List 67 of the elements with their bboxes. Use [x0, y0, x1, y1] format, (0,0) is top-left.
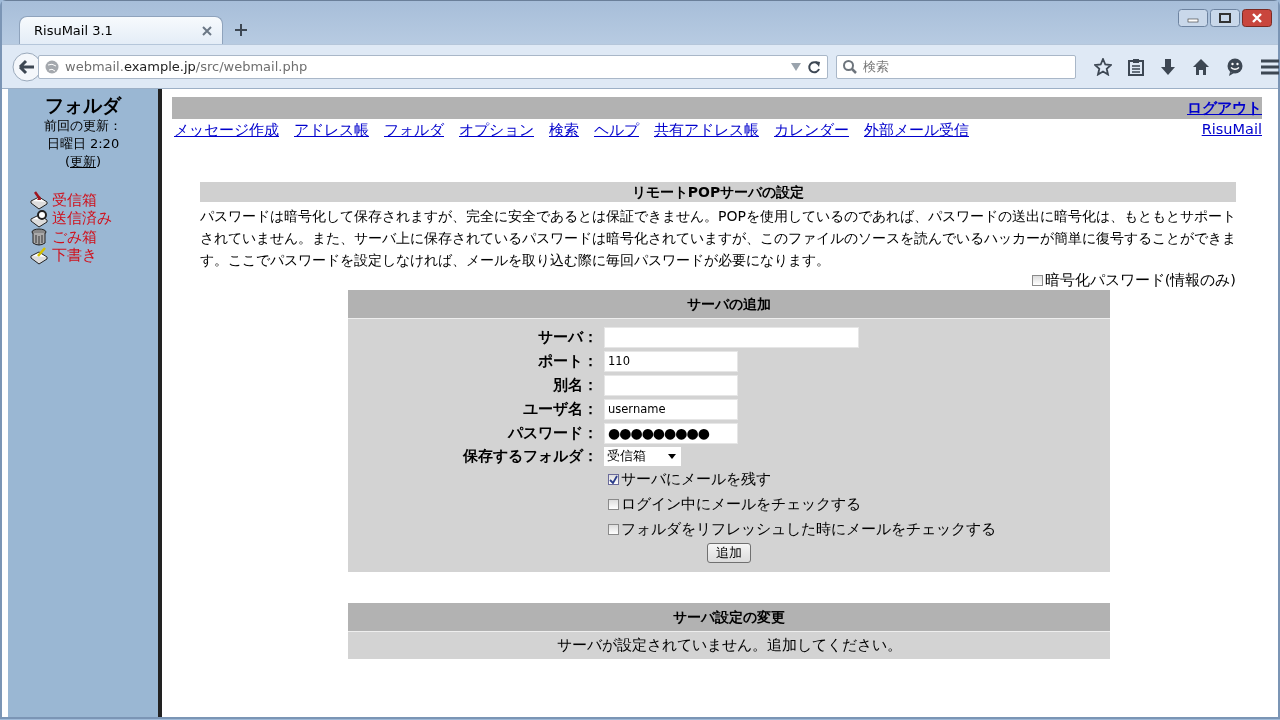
input-field[interactable]: username — [604, 399, 738, 420]
menu-icon[interactable] — [1260, 57, 1280, 76]
paren-text: ( — [64, 154, 70, 169]
field-label: ポート： — [537, 352, 598, 371]
menu-link[interactable]: アドレス帳 — [294, 121, 369, 140]
panel-header: サーバの追加 — [348, 290, 1110, 319]
checkbox[interactable] — [608, 474, 619, 485]
logout-link[interactable]: ログアウト — [1187, 98, 1262, 118]
field-label: パスワード： — [506, 424, 598, 443]
dropdown-icon[interactable] — [791, 62, 801, 71]
update-time: 日曜日 2:20 — [46, 135, 120, 153]
home-icon[interactable] — [1192, 57, 1210, 76]
tab-title: RisuMail 3.1 — [34, 23, 113, 38]
download-icon[interactable] — [1160, 57, 1176, 76]
search-placeholder: 検索 — [863, 57, 889, 76]
menu-link[interactable]: フォルダ — [384, 121, 444, 140]
menu-link[interactable]: 外部メール受信 — [864, 121, 969, 140]
checkbox[interactable] — [608, 524, 619, 535]
close-icon[interactable] — [202, 25, 212, 36]
menu-link[interactable]: カレンダー — [774, 121, 849, 140]
reload-icon[interactable] — [807, 59, 821, 74]
menu-link[interactable]: オプション — [459, 121, 534, 140]
checkbox[interactable] — [1031, 275, 1043, 286]
input-field[interactable] — [604, 327, 859, 348]
smiley-icon[interactable] — [1226, 57, 1244, 76]
menu-link[interactable]: 共有アドレス帳 — [654, 121, 759, 140]
refresh-link[interactable]: 更新 — [70, 154, 96, 169]
field-label: ユーザ名： — [522, 400, 598, 419]
menu-link[interactable]: ヘルプ — [594, 121, 639, 140]
search-field[interactable]: 検索 — [836, 54, 1076, 79]
option-label: ログイン中にメールをチェックする — [621, 495, 861, 514]
star-icon[interactable] — [1094, 57, 1112, 76]
sent-box-icon — [30, 209, 48, 229]
field-label: 別名： — [552, 376, 598, 395]
inbox-icon — [30, 190, 48, 210]
caret-icon[interactable] — [668, 454, 676, 459]
field-label: 保存するフォルダ： — [461, 447, 598, 466]
maximize-icon[interactable] — [1210, 9, 1240, 27]
folder-dropdown[interactable]: 受信箱 — [604, 447, 681, 466]
option-label: サーバにメールを残す — [621, 470, 771, 489]
add-button[interactable]: 追加 — [707, 543, 751, 563]
browser-tab[interactable]: RisuMail 3.1 — [19, 16, 223, 44]
input-field[interactable]: ●●●●●●●●● — [604, 423, 738, 444]
panel-header: サーバ設定の変更 — [348, 603, 1110, 632]
menu-link[interactable]: メッセージ作成 — [174, 121, 279, 140]
brand-link[interactable]: RisuMail — [1201, 121, 1262, 140]
sidebar-title: フォルダ — [45, 93, 121, 117]
option-label: フォルダをリフレッシュした時にメールをチェックする — [621, 520, 996, 539]
url-text: webmail.example.jp/src/webmail.php — [65, 59, 308, 74]
notice-text: パスワードは暗号化して保存されますが、完全に安全であるとは保証できません。POPを使用しているのであれば、パスワードの送出に暗号化は、もともとサポートされていません。また、サーバ上に保存されているパスワードは暗号化されていますが、このファイルのソースを読んでいるハッカーが簡単に復号することができます。ここでパスワードを設定しなければ、メールを取り込む際に毎回パスワードが必要になります。 — [200, 207, 1236, 270]
input-field[interactable]: 110 — [604, 351, 738, 372]
new-tab-icon[interactable] — [235, 24, 247, 36]
empty-message: サーバが設定されていません。追加してください。 — [555, 636, 903, 655]
address-bar[interactable]: webmail.example.jp/src/webmail.php — [38, 54, 828, 79]
close-icon[interactable] — [1242, 9, 1272, 27]
update-label: 前回の更新： — [44, 117, 122, 135]
checkbox-label: 暗号化パスワード(情報のみ) — [1044, 271, 1236, 290]
checkbox[interactable] — [608, 499, 619, 510]
paren-text: ) — [96, 154, 102, 169]
menu-link[interactable]: 検索 — [549, 121, 579, 140]
input-field[interactable] — [604, 375, 738, 396]
section-header: リモートPOPサーバの設定 — [200, 182, 1236, 202]
drafts-icon — [30, 246, 48, 266]
search-icon[interactable] — [843, 59, 857, 74]
trash-can-icon — [30, 227, 48, 247]
field-label: サーバ： — [537, 328, 598, 347]
clipboard-icon[interactable] — [1128, 57, 1144, 76]
